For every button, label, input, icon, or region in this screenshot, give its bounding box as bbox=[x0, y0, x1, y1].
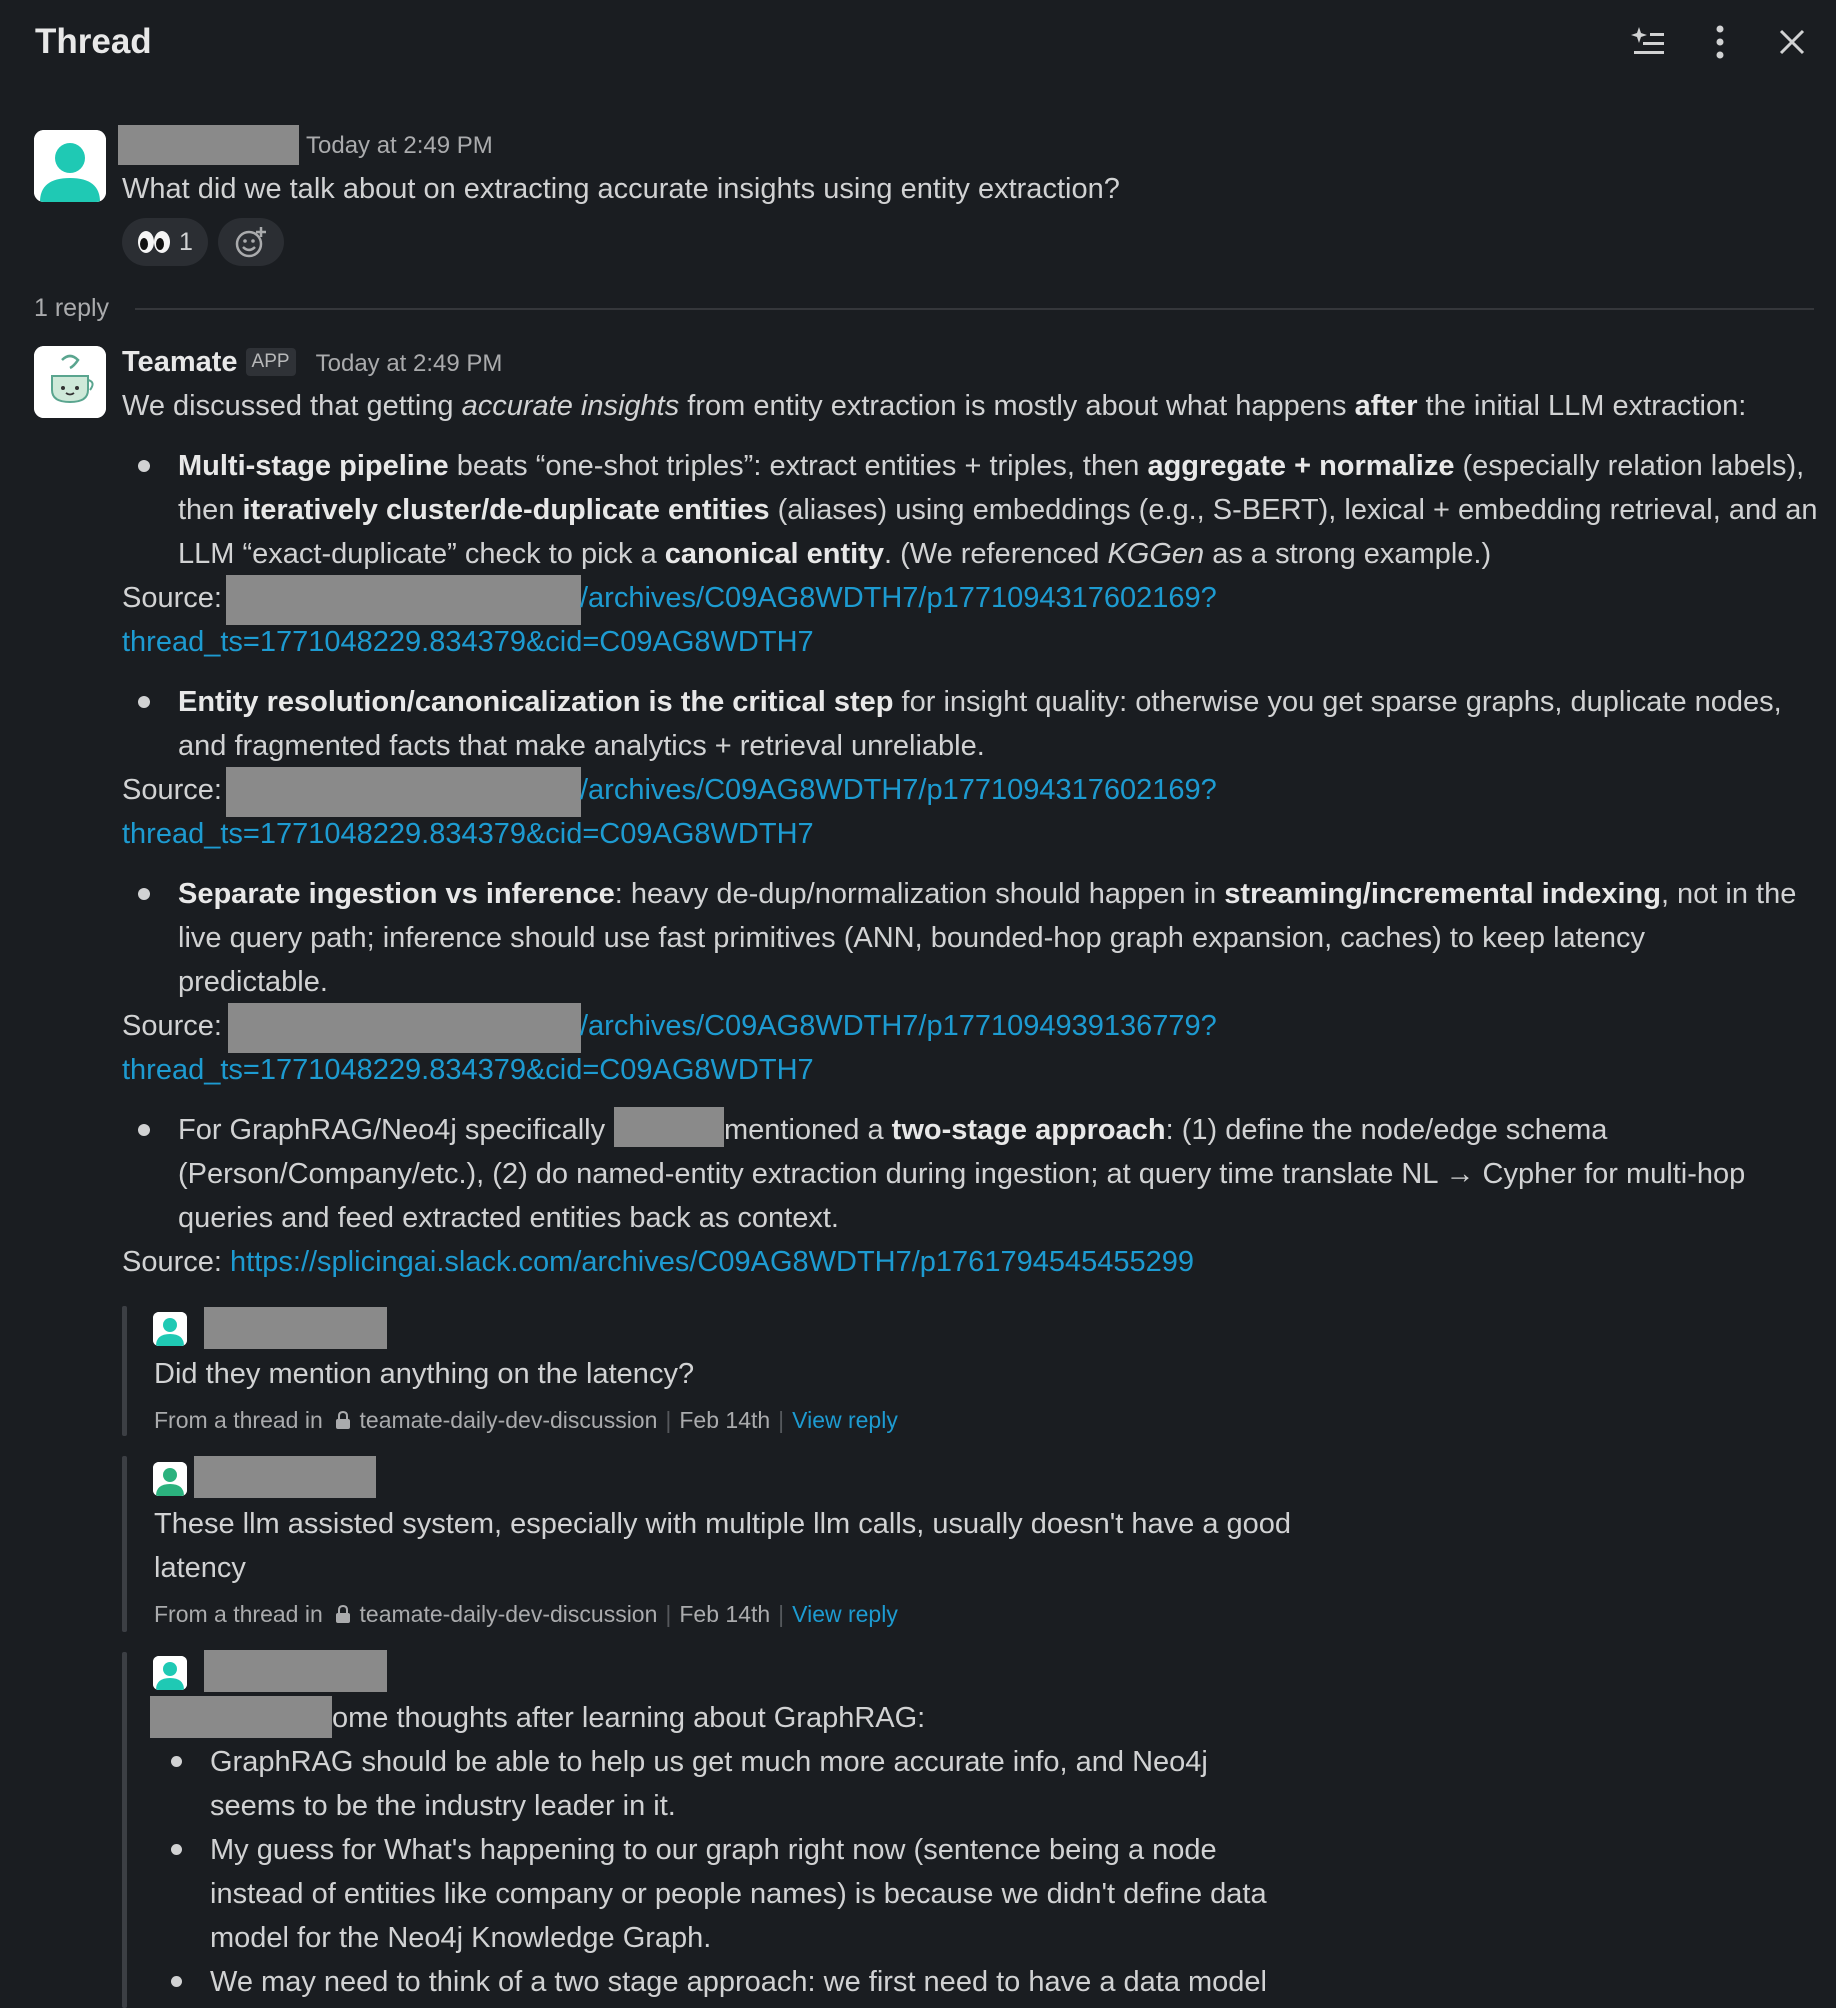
quote-3-item-1b: seems to be the industry leader in it. bbox=[210, 1790, 676, 1822]
redacted-mention bbox=[150, 1696, 332, 1738]
bullet-2-dot bbox=[138, 696, 150, 708]
user-avatar-icon bbox=[153, 1312, 187, 1346]
source-label-2: Source: bbox=[122, 774, 222, 806]
source-link-1[interactable]: /archives/C09AG8WDTH7/p1771094317602169? bbox=[580, 576, 1217, 620]
quote-1-avatar[interactable] bbox=[153, 1312, 187, 1346]
reaction-count: 1 bbox=[179, 228, 193, 256]
quote-2-meta: From a thread in teamate-daily-dev-discu… bbox=[154, 1598, 898, 1632]
source-label-4: Source: bbox=[122, 1246, 222, 1278]
add-reaction-button[interactable] bbox=[218, 218, 284, 266]
quote-2-avatar[interactable] bbox=[153, 1462, 187, 1496]
quote-bar-2 bbox=[122, 1456, 127, 1632]
bullet-2-line-1: Entity resolution/canonicalization is th… bbox=[178, 686, 1782, 718]
bot-name-row: Teamate APP Today at 2:49 PM bbox=[122, 340, 502, 386]
bullet-1-dot bbox=[138, 460, 150, 472]
quote-3-item-2c: model for the Neo4j Knowledge Graph. bbox=[210, 1922, 712, 1954]
message-timestamp[interactable]: Today at 2:49 PM bbox=[306, 126, 493, 166]
replies-divider bbox=[135, 308, 1814, 310]
quote-3-bullet-3 bbox=[171, 1976, 182, 1987]
redacted-url-3 bbox=[228, 1003, 581, 1053]
bullet-4-line-2: (Person/Company/etc.), (2) do named-enti… bbox=[178, 1158, 1746, 1190]
quote-bar-3 bbox=[122, 1652, 127, 2008]
replies-count: 1 reply bbox=[34, 294, 110, 322]
add-reaction-icon bbox=[235, 227, 266, 258]
message-text: What did we talk about on extracting acc… bbox=[122, 173, 1120, 205]
bullet-3-line-1: Separate ingestion vs inference: heavy d… bbox=[178, 878, 1797, 910]
bot-intro: We discussed that getting accurate insig… bbox=[122, 390, 1747, 422]
source-link-4[interactable]: https://splicingai.slack.com/archives/C0… bbox=[230, 1246, 1194, 1278]
quote-3-avatar[interactable] bbox=[153, 1656, 187, 1690]
source-label-1: Source: bbox=[122, 582, 222, 614]
user-avatar[interactable] bbox=[34, 130, 106, 202]
thread-header: Thread bbox=[0, 0, 1836, 84]
source-row-4: Source: https://splicingai.slack.com/arc… bbox=[122, 1240, 1194, 1284]
redacted-url-1 bbox=[226, 575, 581, 625]
lock-icon bbox=[335, 1406, 351, 1438]
header-actions bbox=[1620, 0, 1836, 84]
source-link-1-cont[interactable]: thread_ts=1771048229.834379&cid=C09AG8WD… bbox=[122, 620, 814, 664]
redacted-url-2 bbox=[226, 767, 581, 817]
quote-3-intro: ome thoughts after learning about GraphR… bbox=[332, 1702, 926, 1734]
user-avatar-icon bbox=[153, 1462, 187, 1496]
bot-name[interactable]: Teamate bbox=[122, 346, 238, 378]
source-label-3: Source: bbox=[122, 1010, 222, 1042]
teacup-icon bbox=[34, 346, 106, 418]
bullet-4-line-1b: mentioned a two-stage approach: (1) defi… bbox=[724, 1114, 1608, 1146]
more-actions-button[interactable] bbox=[1692, 14, 1748, 70]
bullet-3-line-3: predictable. bbox=[178, 966, 328, 998]
redacted-username bbox=[204, 1650, 387, 1692]
close-button[interactable] bbox=[1764, 14, 1820, 70]
user-avatar-icon bbox=[153, 1656, 187, 1690]
view-reply-link[interactable]: View reply bbox=[792, 1601, 898, 1627]
redacted-username bbox=[194, 1456, 376, 1498]
quote-2-line-1: These llm assisted system, especially wi… bbox=[154, 1508, 1292, 1540]
source-link-2-cont[interactable]: thread_ts=1771048229.834379&cid=C09AG8WD… bbox=[122, 812, 814, 856]
close-icon bbox=[1779, 29, 1805, 55]
bullet-1-line-1: Multi-stage pipeline beats “one-shot tri… bbox=[178, 450, 1805, 482]
redacted-username bbox=[118, 125, 299, 165]
bullet-1-line-3: LLM “exact-duplicate” check to pick a ca… bbox=[178, 538, 1492, 570]
ai-summary-button[interactable] bbox=[1620, 14, 1676, 70]
bullet-3-line-2: live query path; inference should use fa… bbox=[178, 922, 1645, 954]
user-avatar-icon bbox=[34, 130, 106, 202]
reaction-eyes[interactable]: 1 bbox=[122, 218, 208, 266]
bullet-1-line-2: then iteratively cluster/de-duplicate en… bbox=[178, 494, 1818, 526]
quote-3-item-3a: We may need to think of a two stage appr… bbox=[210, 1966, 1267, 1998]
bullet-3-dot bbox=[138, 888, 150, 900]
quote-1-meta: From a thread in teamate-daily-dev-discu… bbox=[154, 1404, 898, 1438]
bullet-4-line-3: queries and feed extracted entities back… bbox=[178, 1202, 839, 1234]
bullet-2-line-2: and fragmented facts that make analytics… bbox=[178, 730, 985, 762]
bullet-4-line-1a: For GraphRAG/Neo4j specifically bbox=[178, 1114, 606, 1146]
thread-title: Thread bbox=[35, 22, 152, 61]
source-link-2[interactable]: /archives/C09AG8WDTH7/p1771094317602169? bbox=[580, 768, 1217, 812]
quote-3-item-2a: My guess for What's happening to our gra… bbox=[210, 1834, 1217, 1866]
redacted-mention bbox=[614, 1107, 724, 1147]
source-link-3-cont[interactable]: thread_ts=1771048229.834379&cid=C09AG8WD… bbox=[122, 1048, 814, 1092]
quote-3-item-1a: GraphRAG should be able to help us get m… bbox=[210, 1746, 1208, 1778]
redacted-username bbox=[204, 1307, 387, 1349]
quote-1-text: Did they mention anything on the latency… bbox=[154, 1358, 695, 1390]
quote-3-item-2b: instead of entities like company or peop… bbox=[210, 1878, 1267, 1910]
quote-3-bullet-2 bbox=[171, 1844, 182, 1855]
eyes-emoji bbox=[137, 230, 171, 254]
bot-timestamp[interactable]: Today at 2:49 PM bbox=[316, 350, 503, 377]
channel-name[interactable]: teamate-daily-dev-discussion bbox=[360, 1407, 658, 1433]
source-link-3[interactable]: /archives/C09AG8WDTH7/p1771094939136779? bbox=[580, 1004, 1217, 1048]
ai-summary-icon bbox=[1631, 27, 1664, 54]
quote-3-bullet-1 bbox=[171, 1756, 182, 1767]
view-reply-link[interactable]: View reply bbox=[792, 1407, 898, 1433]
teamate-avatar[interactable] bbox=[34, 346, 106, 418]
bullet-4-dot bbox=[138, 1124, 150, 1136]
channel-name[interactable]: teamate-daily-dev-discussion bbox=[360, 1601, 658, 1627]
quote-2-line-2: latency bbox=[154, 1552, 246, 1584]
lock-icon bbox=[335, 1600, 351, 1632]
quote-bar-1 bbox=[122, 1306, 127, 1436]
more-vertical-icon bbox=[1716, 25, 1724, 59]
app-badge: APP bbox=[245, 348, 296, 376]
